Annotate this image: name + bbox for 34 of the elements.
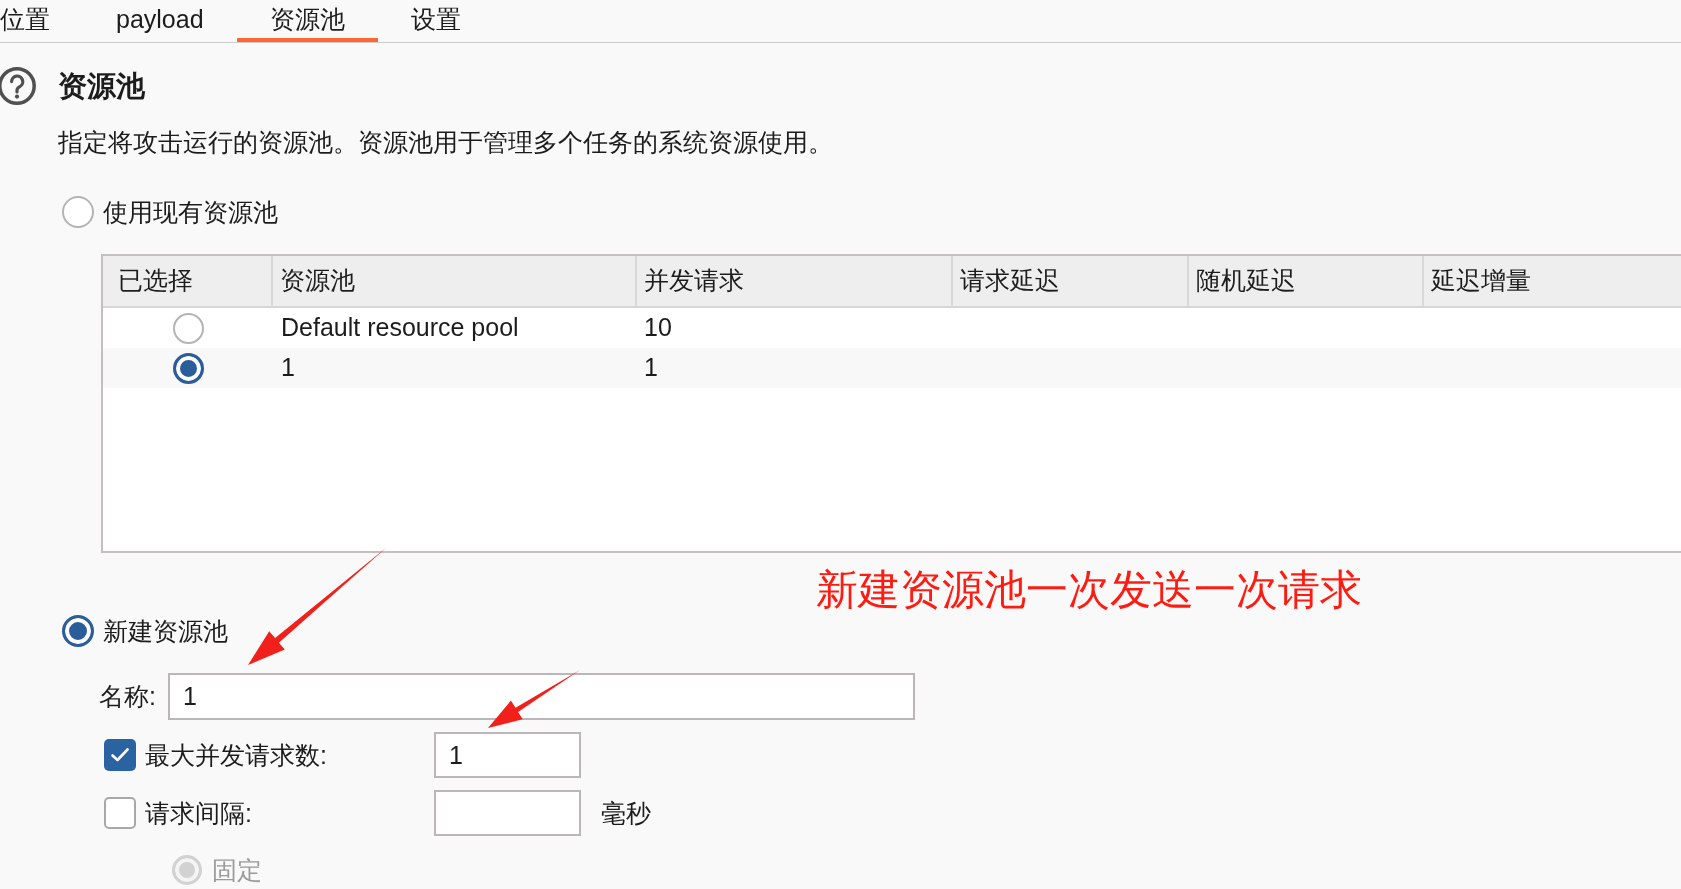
radio-button[interactable] [62, 196, 94, 228]
column-header[interactable]: 已选择 [103, 256, 273, 306]
checkbox-label[interactable]: 请求间隔: [145, 800, 434, 826]
tab[interactable]: 位置 [0, 0, 83, 42]
radio-label[interactable]: 新建资源池 [103, 618, 228, 644]
table-cell-text: 1 [280, 352, 296, 384]
column-header[interactable]: 资源池 [273, 256, 637, 306]
checkbox[interactable] [104, 739, 136, 771]
checkbox[interactable] [104, 797, 136, 829]
radio-button[interactable] [172, 352, 204, 384]
name-field[interactable]: 1 [167, 673, 915, 720]
unit-label: 毫秒 [601, 800, 651, 826]
column-header[interactable]: 请求延迟 [953, 256, 1189, 306]
column-header[interactable]: 并发请求 [637, 256, 953, 306]
input-field[interactable]: 1 [434, 732, 581, 778]
tab[interactable]: 资源池 [236, 0, 378, 42]
tab[interactable]: payload [83, 0, 237, 42]
table-cell-text: 1 [643, 352, 659, 384]
table-cell-text: 10 [643, 312, 673, 344]
section-title: 资源池 [58, 71, 145, 101]
radio-button[interactable] [62, 615, 94, 647]
column-header[interactable]: 延迟增量 [1424, 256, 1681, 306]
radio-label[interactable]: 使用现有资源池 [103, 199, 278, 225]
radio-button[interactable] [172, 312, 204, 344]
help-icon[interactable] [0, 66, 36, 106]
tab[interactable]: 设置 [377, 0, 494, 42]
section-description: 指定将攻击运行的资源池。资源池用于管理多个任务的系统资源使用。 [58, 127, 834, 158]
table-cell-text: Default resource pool [280, 312, 520, 344]
annotation-text: 新建资源池一次发送一次请求 [816, 565, 1362, 615]
field-label: 名称: [99, 684, 156, 709]
column-header[interactable]: 随机延迟 [1189, 256, 1424, 306]
input-field[interactable] [434, 790, 581, 836]
checkbox-label[interactable]: 最大并发请求数: [145, 742, 434, 768]
check-icon [111, 748, 129, 762]
